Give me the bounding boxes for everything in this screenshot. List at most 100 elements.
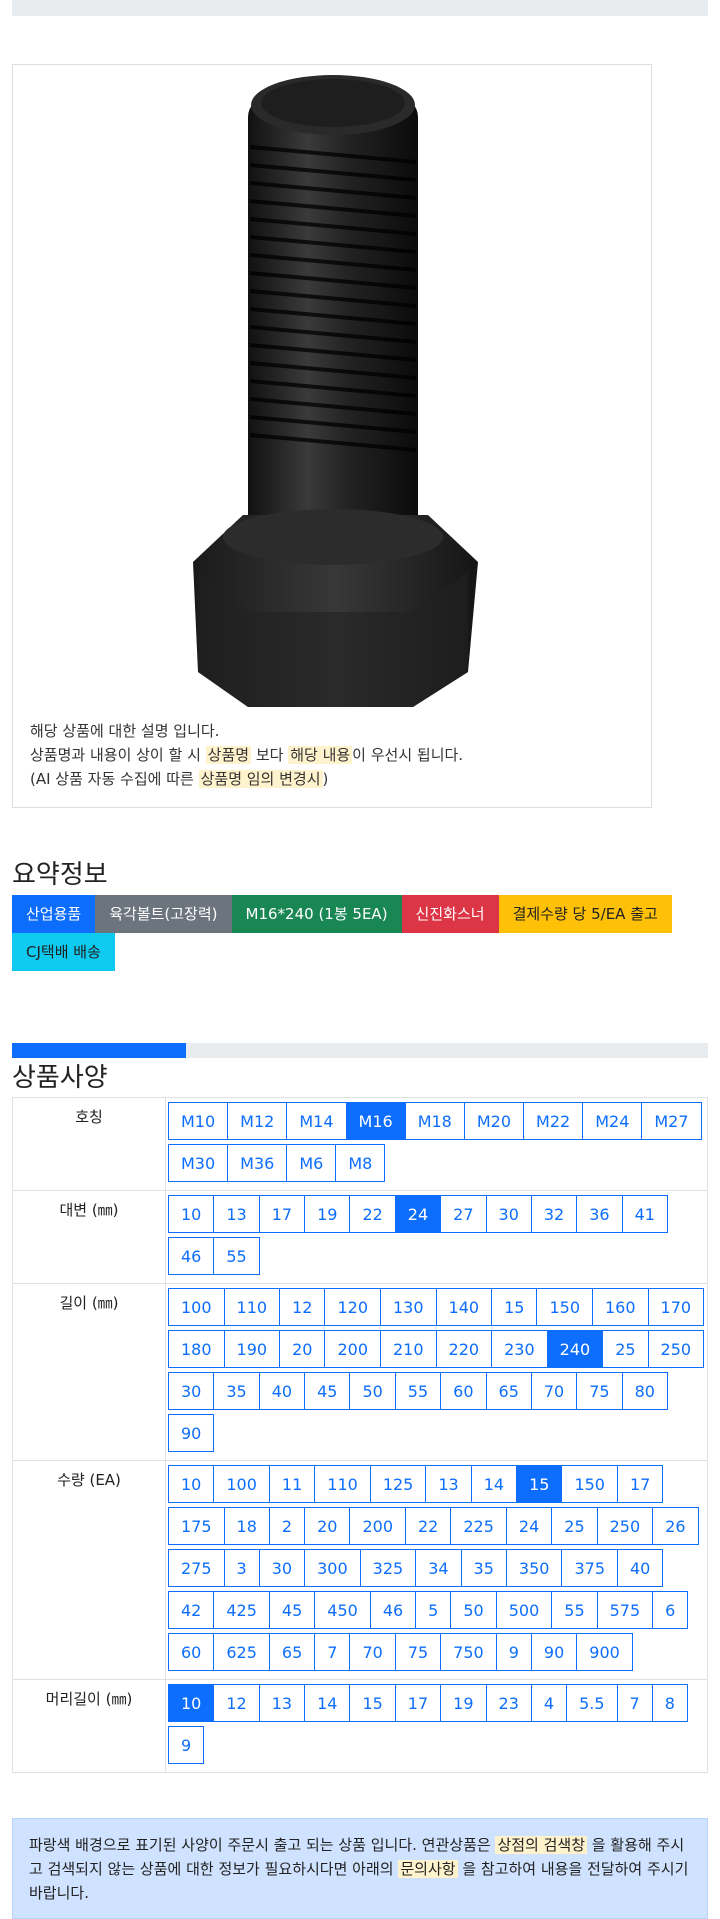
option-button[interactable]: 46: [168, 1237, 215, 1275]
option-button[interactable]: 50: [349, 1372, 396, 1410]
option-button[interactable]: 8: [651, 1684, 688, 1722]
option-button[interactable]: 500: [495, 1591, 553, 1629]
option-button[interactable]: 275: [168, 1549, 225, 1587]
option-button[interactable]: 240: [546, 1330, 604, 1368]
option-button[interactable]: M8: [335, 1144, 386, 1182]
option-button[interactable]: 30: [258, 1549, 306, 1587]
option-button[interactable]: M16: [345, 1102, 406, 1140]
option-button[interactable]: 9: [495, 1633, 532, 1671]
option-button[interactable]: 24: [505, 1507, 553, 1545]
option-button[interactable]: 46: [369, 1591, 417, 1629]
option-button[interactable]: 750: [440, 1633, 497, 1671]
option-button[interactable]: 325: [359, 1549, 417, 1587]
option-button[interactable]: 160: [592, 1288, 649, 1326]
option-button[interactable]: 7: [616, 1684, 653, 1722]
option-button[interactable]: 20: [304, 1507, 351, 1545]
option-button[interactable]: 55: [213, 1237, 260, 1275]
option-button[interactable]: 125: [369, 1465, 427, 1503]
option-button[interactable]: 65: [485, 1372, 532, 1410]
option-button[interactable]: 30: [485, 1195, 532, 1233]
option-button[interactable]: 5: [415, 1591, 452, 1629]
option-button[interactable]: 120: [324, 1288, 381, 1326]
option-button[interactable]: 22: [405, 1507, 452, 1545]
option-button[interactable]: 200: [324, 1330, 381, 1368]
option-button[interactable]: 210: [380, 1330, 437, 1368]
option-button[interactable]: 130: [380, 1288, 437, 1326]
option-button[interactable]: 5.5: [566, 1684, 618, 1722]
option-button[interactable]: 40: [258, 1372, 306, 1410]
option-button[interactable]: 7: [314, 1633, 351, 1671]
option-button[interactable]: 70: [530, 1372, 578, 1410]
option-button[interactable]: 10: [168, 1465, 215, 1503]
option-button[interactable]: 110: [223, 1288, 281, 1326]
option-button[interactable]: 22: [349, 1195, 396, 1233]
option-button[interactable]: 13: [213, 1195, 260, 1233]
option-button[interactable]: 35: [460, 1549, 507, 1587]
option-button[interactable]: 55: [551, 1591, 598, 1629]
option-button[interactable]: 45: [268, 1591, 316, 1629]
option-button[interactable]: 230: [491, 1330, 548, 1368]
option-button[interactable]: 17: [258, 1195, 306, 1233]
option-button[interactable]: 3: [223, 1549, 260, 1587]
option-button[interactable]: 350: [505, 1549, 563, 1587]
option-button[interactable]: 100: [213, 1465, 270, 1503]
option-button[interactable]: 250: [647, 1330, 705, 1368]
option-button[interactable]: 60: [440, 1372, 487, 1410]
option-button[interactable]: 900: [576, 1633, 633, 1671]
option-button[interactable]: 11: [268, 1465, 316, 1503]
option-button[interactable]: 75: [394, 1633, 442, 1671]
option-button[interactable]: 10: [168, 1684, 215, 1722]
option-button[interactable]: 50: [450, 1591, 497, 1629]
option-button[interactable]: 25: [602, 1330, 649, 1368]
option-button[interactable]: 425: [213, 1591, 270, 1629]
option-button[interactable]: 17: [616, 1465, 664, 1503]
option-button[interactable]: 220: [435, 1330, 493, 1368]
option-button[interactable]: 41: [621, 1195, 668, 1233]
option-button[interactable]: M10: [168, 1102, 229, 1140]
option-button[interactable]: 225: [450, 1507, 507, 1545]
option-button[interactable]: 19: [304, 1195, 351, 1233]
option-button[interactable]: M22: [523, 1102, 584, 1140]
option-button[interactable]: 625: [213, 1633, 270, 1671]
option-button[interactable]: 18: [223, 1507, 270, 1545]
option-button[interactable]: 170: [647, 1288, 705, 1326]
option-button[interactable]: M6: [286, 1144, 337, 1182]
option-button[interactable]: M27: [641, 1102, 702, 1140]
option-button[interactable]: 30: [168, 1372, 215, 1410]
option-button[interactable]: 140: [435, 1288, 493, 1326]
option-button[interactable]: 9: [168, 1726, 205, 1764]
option-button[interactable]: 70: [349, 1633, 396, 1671]
option-button[interactable]: 15: [491, 1288, 538, 1326]
option-button[interactable]: 375: [561, 1549, 618, 1587]
option-button[interactable]: 13: [425, 1465, 472, 1503]
option-button[interactable]: 26: [652, 1507, 699, 1545]
option-button[interactable]: M30: [168, 1144, 229, 1182]
option-button[interactable]: 80: [621, 1372, 668, 1410]
option-button[interactable]: 23: [485, 1684, 532, 1722]
option-button[interactable]: 32: [530, 1195, 578, 1233]
option-button[interactable]: 40: [617, 1549, 664, 1587]
option-button[interactable]: 12: [213, 1684, 260, 1722]
option-button[interactable]: 10: [168, 1195, 215, 1233]
option-button[interactable]: 175: [168, 1507, 225, 1545]
option-button[interactable]: 75: [576, 1372, 623, 1410]
option-button[interactable]: 110: [314, 1465, 371, 1503]
option-button[interactable]: 25: [551, 1507, 598, 1545]
option-button[interactable]: M24: [582, 1102, 643, 1140]
option-button[interactable]: 2: [268, 1507, 306, 1545]
option-button[interactable]: 180: [168, 1330, 225, 1368]
option-button[interactable]: 450: [314, 1591, 371, 1629]
option-button[interactable]: 100: [168, 1288, 225, 1326]
option-button[interactable]: 19: [440, 1684, 487, 1722]
option-button[interactable]: 20: [279, 1330, 326, 1368]
option-button[interactable]: 36: [576, 1195, 623, 1233]
option-button[interactable]: 6: [652, 1591, 689, 1629]
option-button[interactable]: 24: [394, 1195, 442, 1233]
option-button[interactable]: 90: [530, 1633, 578, 1671]
option-button[interactable]: 55: [394, 1372, 442, 1410]
option-button[interactable]: 15: [516, 1465, 563, 1503]
option-button[interactable]: 13: [258, 1684, 306, 1722]
option-button[interactable]: 17: [394, 1684, 442, 1722]
option-button[interactable]: 27: [440, 1195, 487, 1233]
option-button[interactable]: 60: [168, 1633, 215, 1671]
